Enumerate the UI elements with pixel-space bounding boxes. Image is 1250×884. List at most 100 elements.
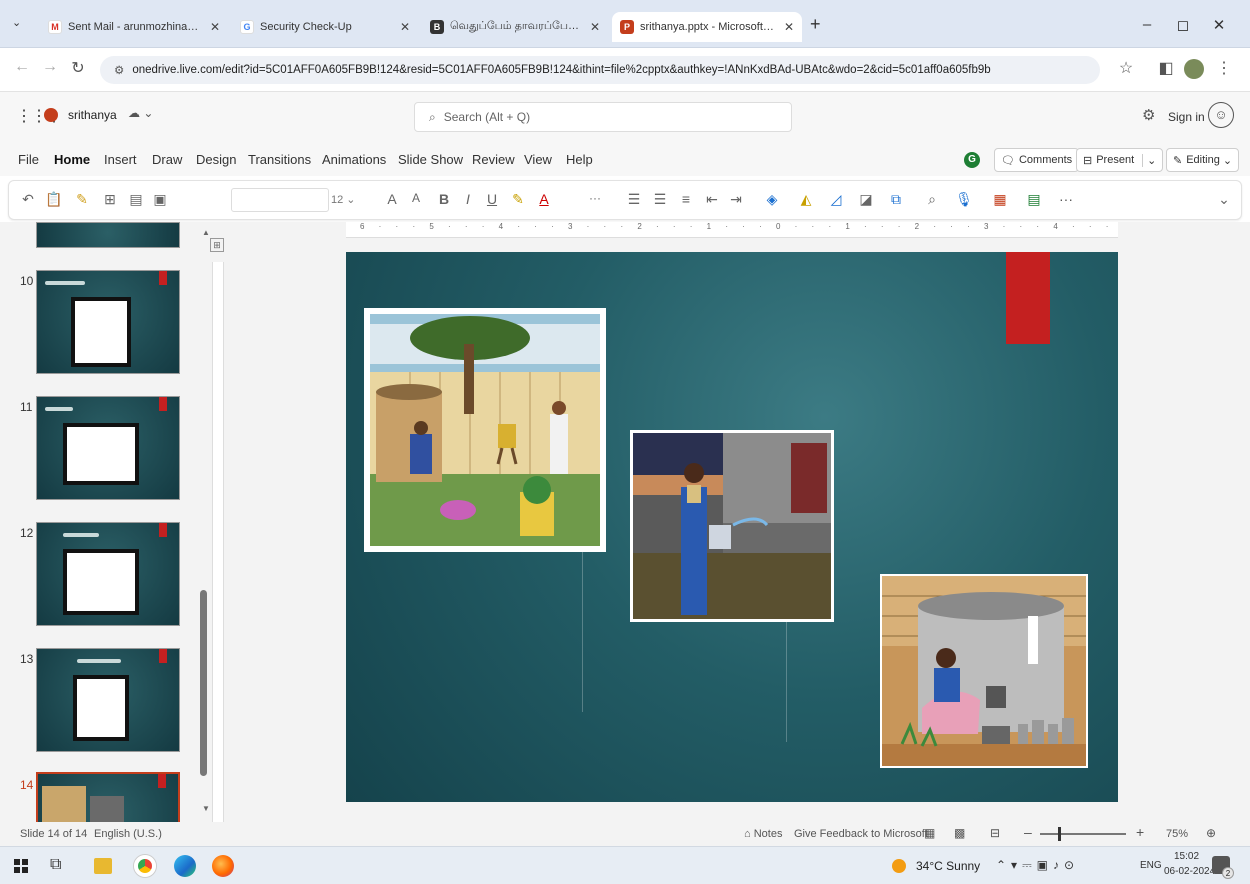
font-color-icon[interactable]: A (533, 191, 555, 207)
zoom-slider-handle[interactable] (1058, 827, 1061, 841)
undo-icon[interactable]: ↶ (17, 191, 39, 208)
grow-font-icon[interactable]: A (381, 191, 403, 207)
firefox-icon[interactable] (212, 855, 234, 877)
designer-icon[interactable]: ▦ (989, 191, 1011, 208)
scrollbar-thumb[interactable] (200, 590, 207, 776)
decrease-indent-icon[interactable]: ⇤ (701, 191, 723, 208)
comments-button[interactable]: 🗨 Comments (994, 148, 1080, 172)
image-woman-with-bucket[interactable] (630, 430, 834, 622)
edge-icon[interactable] (174, 855, 196, 877)
system-tray-icons[interactable]: ⌃▾⎓▣♪⊙ (996, 858, 1079, 873)
more-font-options[interactable]: ··· (589, 191, 601, 205)
clock-date[interactable]: 06-02-2024 (1164, 866, 1215, 877)
settings-gear-icon[interactable]: ⚙ (1142, 106, 1155, 124)
menu-file[interactable]: File (18, 152, 39, 167)
weather-icon[interactable] (892, 859, 906, 873)
menu-home[interactable]: Home (54, 152, 90, 167)
menu-view[interactable]: View (524, 152, 552, 167)
menu-draw[interactable]: Draw (152, 152, 182, 167)
reload-icon[interactable]: ↻ (66, 58, 90, 78)
close-icon[interactable]: ✕ (590, 20, 600, 34)
font-name-box[interactable] (231, 188, 329, 212)
normal-view-icon[interactable]: ▦ (924, 826, 935, 840)
slide-thumbnail-11[interactable] (36, 396, 180, 500)
shrink-font-icon[interactable]: A (405, 191, 427, 205)
bold-icon[interactable]: B (433, 191, 455, 207)
browser-tab-tamil[interactable]: B வெதுப்பேம் தாவரப்பேம்... ✕ (422, 12, 608, 42)
zoom-slider[interactable] (1040, 827, 1126, 841)
file-explorer-icon[interactable] (94, 858, 112, 874)
shape-outline-icon[interactable]: ◿ (825, 191, 847, 208)
notes-button[interactable]: ⌂ Notes (744, 828, 782, 840)
browser-tab-powerpoint[interactable]: P srithanya.pptx - Microsoft Pow... ✕ (612, 12, 802, 42)
chrome-icon[interactable] (134, 855, 156, 877)
image-village-well[interactable] (364, 308, 606, 552)
minimize-icon[interactable]: – (1132, 16, 1162, 33)
ruler-toggle-icon[interactable]: ⊞ (210, 238, 224, 252)
scroll-up-icon[interactable]: ▲ (202, 228, 210, 237)
find-icon[interactable]: ⌕ (921, 191, 943, 208)
address-bar[interactable]: ⚙ onedrive.live.com/edit?id=5C01AFF0A605… (100, 56, 1100, 84)
side-panel-icon[interactable]: ◧ (1154, 58, 1178, 78)
feedback-link[interactable]: Give Feedback to Microsoft (794, 828, 928, 840)
bookmark-star-icon[interactable]: ☆ (1114, 58, 1138, 78)
menu-insert[interactable]: Insert (104, 152, 137, 167)
slide-canvas[interactable] (346, 252, 1118, 802)
bullets-icon[interactable]: ☰ (623, 191, 645, 208)
slide-thumbnail-12[interactable] (36, 522, 180, 626)
menu-animations[interactable]: Animations (322, 152, 386, 167)
slide-thumbnail-13[interactable] (36, 648, 180, 752)
align-icon[interactable]: ≡ (675, 191, 697, 207)
windows-start-icon[interactable] (14, 859, 28, 873)
browser-menu-icon[interactable]: ⋮ (1212, 58, 1236, 78)
restore-icon[interactable]: ◻ (1168, 16, 1198, 34)
close-icon[interactable]: ✕ (784, 20, 794, 34)
highlight-icon[interactable]: ✎ (507, 191, 529, 208)
menu-review[interactable]: Review (472, 152, 515, 167)
shapes-icon[interactable]: ◈ (761, 191, 783, 208)
increase-indent-icon[interactable]: ⇥ (725, 191, 747, 208)
zoom-level[interactable]: 75% (1166, 828, 1188, 840)
present-button[interactable]: ⊟ Present ⌄ (1076, 148, 1164, 172)
menu-help[interactable]: Help (566, 152, 593, 167)
browser-tab-security[interactable]: G Security Check-Up ✕ (232, 12, 418, 42)
expand-ribbon-icon[interactable]: ⌄ (1213, 191, 1235, 208)
numbering-icon[interactable]: ☰ (649, 191, 671, 208)
weather-text[interactable]: 34°C Sunny (916, 859, 980, 873)
reading-view-icon[interactable]: ⊟ (990, 826, 1000, 840)
language-indicator[interactable]: English (U.S.) (94, 828, 162, 840)
site-info-icon[interactable]: ⚙ (114, 63, 124, 77)
tab-search-chevron-icon[interactable]: ⌄ (12, 16, 21, 29)
shape-effects-icon[interactable]: ◪ (855, 191, 877, 208)
section-icon[interactable]: ▣ (149, 191, 171, 208)
file-name[interactable]: srithanya (68, 108, 117, 122)
sign-in-link[interactable]: Sign in (1168, 110, 1205, 124)
slide-sorter-icon[interactable]: ▩ (954, 826, 965, 840)
new-slide-icon[interactable]: ⊞ (99, 191, 121, 208)
clock-time[interactable]: 15:02 (1174, 851, 1199, 862)
red-accent-bar[interactable] (1006, 252, 1050, 344)
zoom-in-icon[interactable]: + (1136, 824, 1144, 840)
close-icon[interactable]: ✕ (400, 20, 410, 34)
font-size-box[interactable]: 12 ⌄ (331, 193, 356, 206)
scroll-down-icon[interactable]: ▼ (202, 804, 210, 813)
editing-button[interactable]: ✎ Editing ⌄ (1166, 148, 1240, 172)
layout-icon[interactable]: ▤ (125, 191, 147, 208)
chevron-down-icon[interactable]: ⌄ (1142, 153, 1156, 167)
paste-icon[interactable]: 📋 (43, 191, 65, 208)
italic-icon[interactable]: I (457, 191, 479, 207)
slide-thumbnail-14[interactable] (36, 772, 180, 822)
avatar[interactable]: G (964, 152, 980, 168)
browser-tab-gmail[interactable]: M Sent Mail - arunmozhinangai2... ✕ (40, 12, 228, 42)
fit-to-window-icon[interactable]: ⊕ (1206, 826, 1216, 840)
dictate-icon[interactable]: 🎙 (953, 191, 975, 208)
new-tab-button[interactable]: + (810, 14, 821, 35)
menu-design[interactable]: Design (196, 152, 236, 167)
format-painter-icon[interactable]: ✎ (71, 191, 93, 208)
thumbnail-scrollbar[interactable]: ▲ ▼ (198, 222, 212, 822)
arrange-icon[interactable]: ⧉ (885, 191, 907, 208)
close-window-icon[interactable]: ✕ (1204, 16, 1234, 34)
forward-icon[interactable]: → (38, 58, 62, 76)
user-icon[interactable]: ☺ (1208, 102, 1234, 128)
zoom-out-icon[interactable]: – (1024, 824, 1032, 840)
